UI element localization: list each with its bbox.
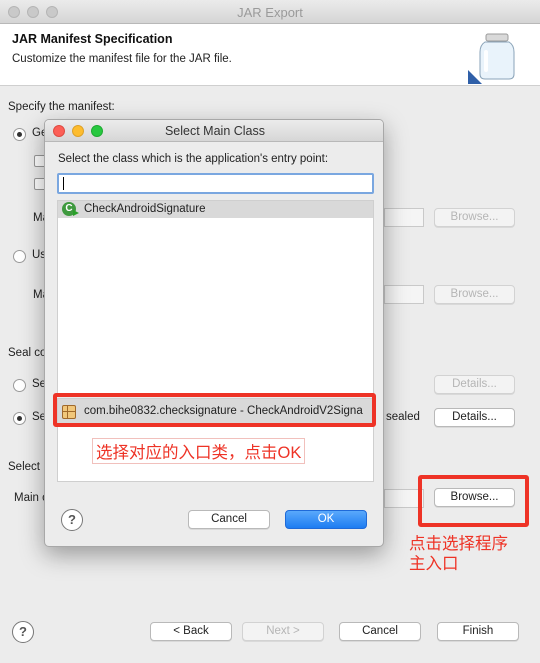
finish-button[interactable]: Finish xyxy=(437,622,519,641)
page-title: JAR Manifest Specification xyxy=(12,32,173,46)
class-search-input[interactable] xyxy=(57,173,374,194)
dialog-ok-button[interactable]: OK xyxy=(285,510,367,529)
jar-icon xyxy=(468,33,515,84)
next-button[interactable]: Next > xyxy=(242,622,324,641)
dialog-annotation-text: 选择对应的入口类，点击OK xyxy=(96,444,302,462)
dialog-cancel-button[interactable]: Cancel xyxy=(188,510,270,529)
run-marker-icon xyxy=(73,210,79,216)
browse-annotation-line2: 主入口 xyxy=(409,555,459,573)
list-item[interactable]: C CheckAndroidSignature xyxy=(58,201,373,218)
browse-existing-button[interactable]: Browse... xyxy=(434,285,515,304)
matching-classes-list[interactable]: C CheckAndroidSignature xyxy=(57,200,374,396)
qualifier-highlight-box xyxy=(53,393,376,427)
seal-heading: Seal co xyxy=(8,347,47,359)
cancel-button[interactable]: Cancel xyxy=(339,622,421,641)
dialog-prompt: Select the class which is the applicatio… xyxy=(58,153,329,165)
details-button-1[interactable]: Details... xyxy=(434,375,515,394)
page-description: Customize the manifest file for the JAR … xyxy=(12,53,232,65)
seal-jar-radio[interactable] xyxy=(13,379,26,392)
existing-manifest-field[interactable] xyxy=(384,285,424,304)
back-button[interactable]: < Back xyxy=(150,622,232,641)
wizard-banner: JAR Manifest Specification Customize the… xyxy=(0,24,540,86)
window-titlebar: JAR Export xyxy=(0,0,540,24)
use-existing-manifest-radio[interactable] xyxy=(13,250,26,263)
dialog-title: Select Main Class xyxy=(164,124,266,138)
dialog-annotation: 选择对应的入口类，点击OK xyxy=(92,438,306,464)
main-class-heading: Select xyxy=(8,461,40,473)
help-button[interactable]: ? xyxy=(12,621,34,643)
manifest-file-field[interactable] xyxy=(384,208,424,227)
dialog-titlebar: Select Main Class xyxy=(45,120,383,142)
sealed-suffix: sealed xyxy=(386,411,420,423)
window-title: JAR Export xyxy=(237,5,303,20)
main-class-label: Main c xyxy=(14,492,48,504)
browse-manifest-button[interactable]: Browse... xyxy=(434,208,515,227)
manifest-heading: Specify the manifest: xyxy=(8,101,115,113)
dialog-help-button[interactable]: ? xyxy=(61,509,83,531)
details-button-2[interactable]: Details... xyxy=(434,408,515,427)
select-main-class-dialog: Select Main Class Select the class which… xyxy=(44,119,384,547)
seal-packages-radio[interactable] xyxy=(13,412,26,425)
class-item-label: CheckAndroidSignature xyxy=(84,203,206,215)
text-caret xyxy=(63,177,64,190)
browse-highlight-box xyxy=(418,475,529,527)
generate-manifest-radio[interactable] xyxy=(13,128,26,141)
